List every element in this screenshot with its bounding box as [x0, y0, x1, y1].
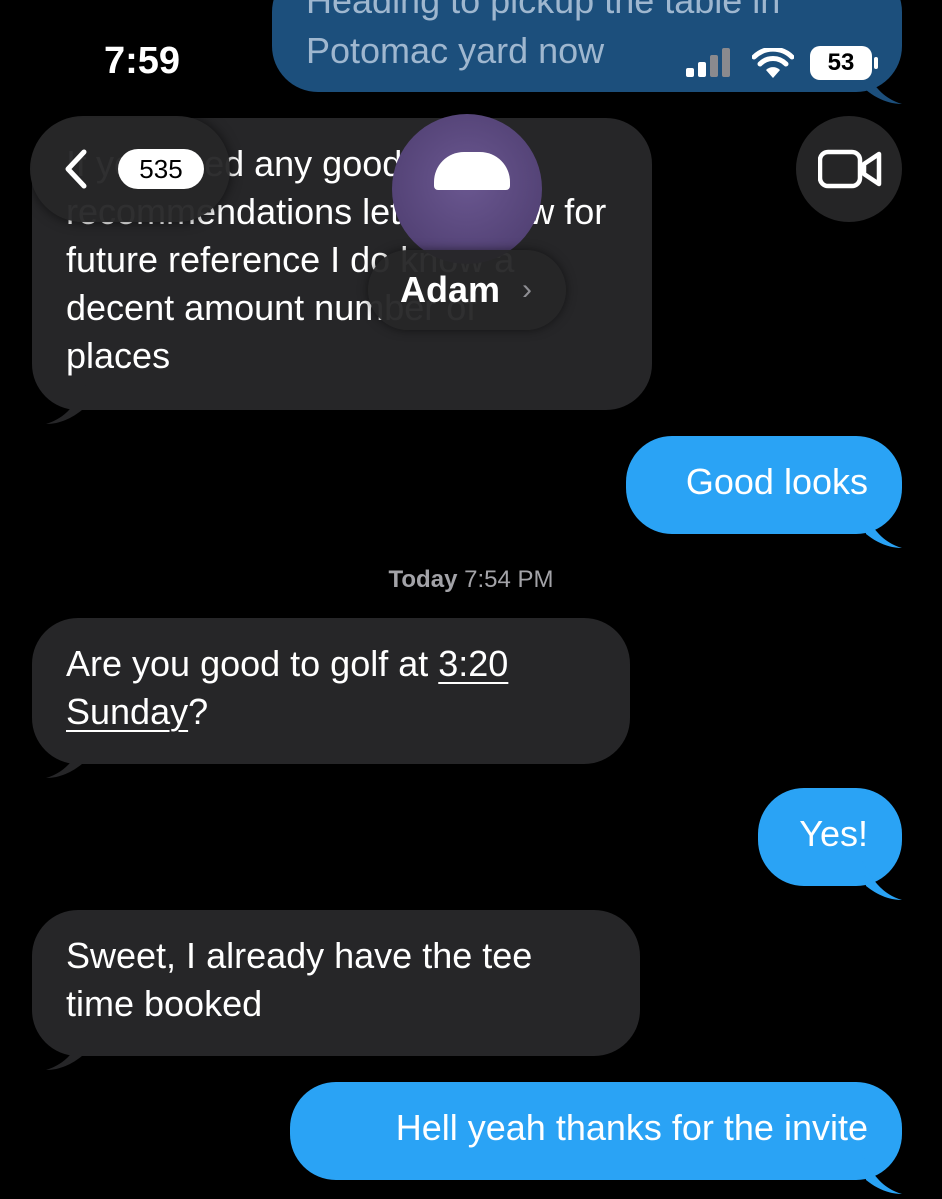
- message-text: Hell yeah thanks for the invite: [395, 1107, 868, 1148]
- contact-name: Adam: [400, 269, 501, 310]
- unread-count: 535: [139, 154, 183, 184]
- timestamp-day: Today: [388, 566, 458, 593]
- bubble-tail: [46, 384, 86, 424]
- battery-icon: 53: [810, 46, 872, 80]
- back-button[interactable]: 535: [30, 116, 230, 222]
- bubble-tail: [46, 1030, 86, 1070]
- contact-name-button[interactable]: Adam ›: [368, 250, 566, 330]
- status-time: 7:59: [104, 40, 181, 82]
- bubble-tail: [862, 508, 902, 548]
- bubble-tail: [46, 738, 86, 778]
- cellular-signal-icon: [686, 48, 730, 77]
- message-text: ?: [188, 691, 209, 732]
- message-bubble-incoming[interactable]: Sweet, I already have the tee time booke…: [32, 910, 640, 1056]
- message-text: Yes!: [799, 813, 868, 854]
- battery-level: 53: [827, 49, 855, 76]
- battery-cap: [874, 57, 878, 69]
- message-line: places: [66, 335, 171, 376]
- avatar[interactable]: [392, 114, 542, 264]
- message-text: Good looks: [685, 461, 868, 502]
- chevron-right-icon: ›: [522, 273, 532, 306]
- bubble-tail: [862, 1154, 902, 1194]
- wifi-icon: [752, 48, 794, 78]
- timestamp: Today 7:54 PM: [0, 566, 942, 594]
- message-line: Heading to pickup the table in: [306, 0, 781, 21]
- timestamp-time: 7:54 PM: [464, 566, 554, 593]
- message-bubble-outgoing[interactable]: Hell yeah thanks for the invite: [290, 1082, 902, 1180]
- date-link-time[interactable]: 3:20: [438, 643, 508, 684]
- bubble-tail: [862, 860, 902, 900]
- message-text: Are you good to golf at: [66, 643, 439, 684]
- avatar-image: [434, 152, 510, 190]
- chevron-left-icon: [65, 149, 87, 189]
- date-link-day[interactable]: Sunday: [66, 691, 188, 732]
- video-camera-icon: [818, 149, 882, 189]
- message-line: time booked: [66, 983, 263, 1024]
- message-bubble-outgoing[interactable]: Good looks: [626, 436, 902, 534]
- video-call-button[interactable]: [796, 116, 902, 222]
- unread-count-badge: 535: [118, 149, 204, 189]
- message-bubble-outgoing[interactable]: Heading to pickup the table in Potomac y…: [272, 0, 902, 92]
- message-line: Sweet, I already have the tee: [66, 935, 533, 976]
- message-bubble-incoming[interactable]: Are you good to golf at 3:20 Sunday?: [32, 618, 630, 764]
